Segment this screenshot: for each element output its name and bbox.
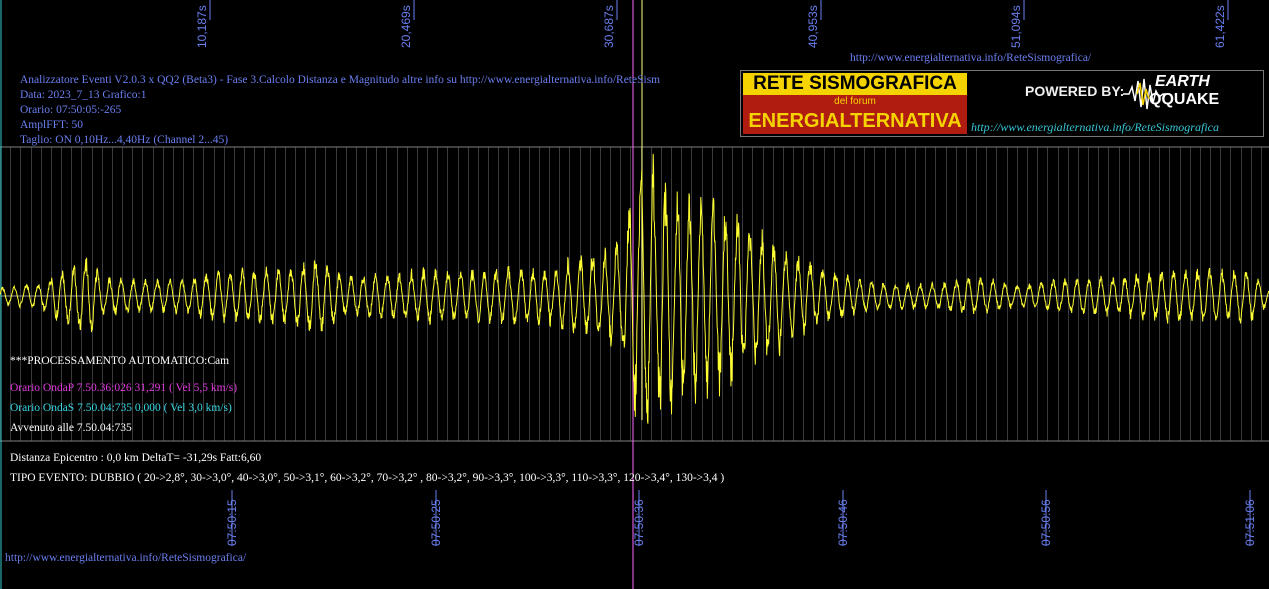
powered-by-label: POWERED BY: [1025, 83, 1125, 99]
top-tick-label: 30,687s [602, 5, 616, 48]
bottom-tick-label: 07:50:46 [836, 499, 850, 546]
orario-label: Orario: 07:50:05:-265 [20, 104, 122, 116]
logo-line2: del forum [834, 96, 876, 107]
distanza-label: Distanza Epicentro : 0,0 km DeltaT= -31,… [10, 452, 262, 464]
avvenuto-label: Avvenuto alle 7.50.04:735 [10, 422, 132, 434]
top-tick-label: 61,422s [1213, 5, 1227, 48]
top-tick-label: 10,187s [195, 5, 209, 48]
vertical-gridlines [0, 147, 1262, 441]
top-tick-label: 20,469s [399, 5, 413, 48]
top-tick-label: 40,953s [806, 5, 820, 48]
top-tick-label: 51,094s [1009, 5, 1023, 48]
bottom-tick-label: 07:50:36 [632, 499, 646, 546]
top-url-link[interactable]: http://www.energialternativa.info/ReteSi… [850, 51, 1091, 65]
logo-line3: ENERGIALTERNATIVA [748, 110, 962, 132]
top-tick-group: 10,187s 20,469s 30,687s 40,953s 51,094s 61,42… [195, 0, 1229, 48]
taglio-label: Taglio: ON 0,10Hz...4,40Hz (Channel 2...… [20, 134, 229, 146]
bottom-url-link[interactable]: http://www.energialternativa.info/ReteSi… [5, 551, 246, 565]
onda-p-label: Orario OndaP 7.50.36:026 31,291 ( Vel 5,… [10, 382, 238, 394]
logo-brand-quake: QQUAKE [1149, 91, 1220, 108]
logo-line1: RETE SISMOGRAFICA [743, 73, 967, 95]
analyzer-title: Analizzatore Eventi V2.0.3 x QQ2 (Beta3)… [20, 74, 661, 86]
amplfft-label: AmplFFT: 50 [20, 119, 84, 131]
onda-s-label: Orario OndaS 7.50.04:735 0,000 ( Vel 3,0… [10, 402, 232, 414]
rete-sismografica-logo: RETE SISMOGRAFICA del forum ENERGIALTERN… [740, 70, 1264, 137]
processing-label: ***PROCESSAMENTO AUTOMATICO:Cam [10, 355, 230, 367]
bottom-tick-label: 07:51:06 [1243, 499, 1257, 546]
tipo-evento-label: TIPO EVENTO: DUBBIO ( 20->2,8°, 30->3,0°… [10, 472, 725, 484]
bottom-tick-label: 07:50:15 [225, 499, 239, 546]
logo-brand-earth: EARTH [1155, 73, 1210, 90]
logo-url[interactable]: http://www.energialternativa.info/ReteSi… [971, 120, 1219, 135]
bottom-tick-label: 07:50:25 [429, 499, 443, 546]
bottom-tick-group: 07:50:15 07:50:25 07:50:36 07:50:46 07:50:56… [225, 490, 1257, 546]
data-label: Data: 2023_7_13 Grafico:1 [20, 89, 147, 101]
bottom-tick-label: 07:50:56 [1039, 499, 1053, 546]
